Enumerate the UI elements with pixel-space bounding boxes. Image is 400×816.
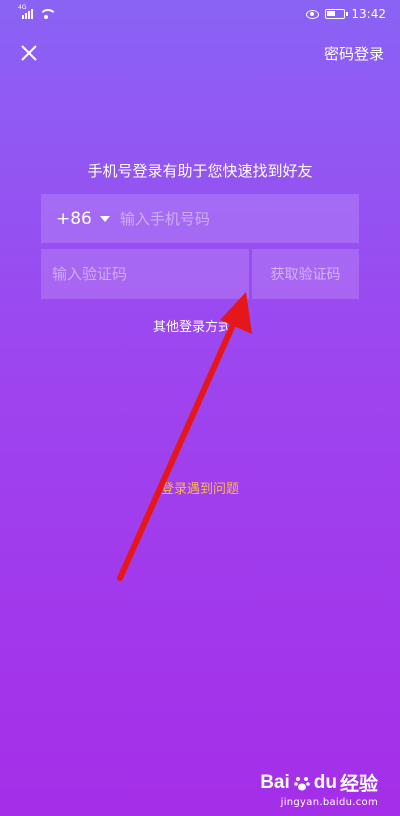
eye-comfort-icon xyxy=(306,9,320,19)
watermark-url: jingyan.baidu.com xyxy=(280,797,378,808)
get-code-button[interactable]: 获取验证码 xyxy=(252,249,359,299)
status-right: 13:42 xyxy=(306,7,386,21)
country-code[interactable]: +86 xyxy=(56,209,92,229)
login-trouble-link[interactable]: 登录遇到问题 xyxy=(0,478,400,497)
watermark-brand-cn: 经验 xyxy=(339,774,378,795)
status-time: 13:42 xyxy=(351,7,386,21)
password-login-link[interactable]: 密码登录 xyxy=(324,43,384,64)
battery-icon xyxy=(325,9,349,19)
watermark-brand: Bai xyxy=(260,771,290,793)
wifi-icon xyxy=(39,9,57,19)
network-type: 4G xyxy=(18,4,27,11)
watermark-logo: Bai du 经验 xyxy=(260,769,378,796)
paw-icon xyxy=(293,776,310,790)
status-bar: 4G 13:42 xyxy=(0,0,400,28)
phone-input[interactable] xyxy=(119,209,340,228)
other-login-toggle[interactable]: 其他登录方式 xyxy=(0,316,400,335)
chevron-down-icon xyxy=(237,322,247,329)
code-row: 获取验证码 xyxy=(41,249,359,299)
signal-icon: 4G xyxy=(18,4,33,19)
annotation-arrow xyxy=(117,292,252,581)
other-login-label: 其他登录方式 xyxy=(152,320,231,335)
country-dropdown-icon[interactable] xyxy=(99,215,110,222)
watermark-brand-mid: du xyxy=(313,771,337,793)
status-left: 4G xyxy=(18,4,57,19)
verification-code-input[interactable] xyxy=(52,265,242,283)
login-subtitle: 手机号登录有助于您快速找到好友 xyxy=(87,162,313,180)
close-icon xyxy=(21,45,37,61)
close-button[interactable] xyxy=(14,38,44,68)
code-field xyxy=(41,249,249,299)
phone-row: +86 xyxy=(41,194,359,243)
baidu-watermark: Bai du 经验 jingyan.baidu.com xyxy=(260,769,378,809)
